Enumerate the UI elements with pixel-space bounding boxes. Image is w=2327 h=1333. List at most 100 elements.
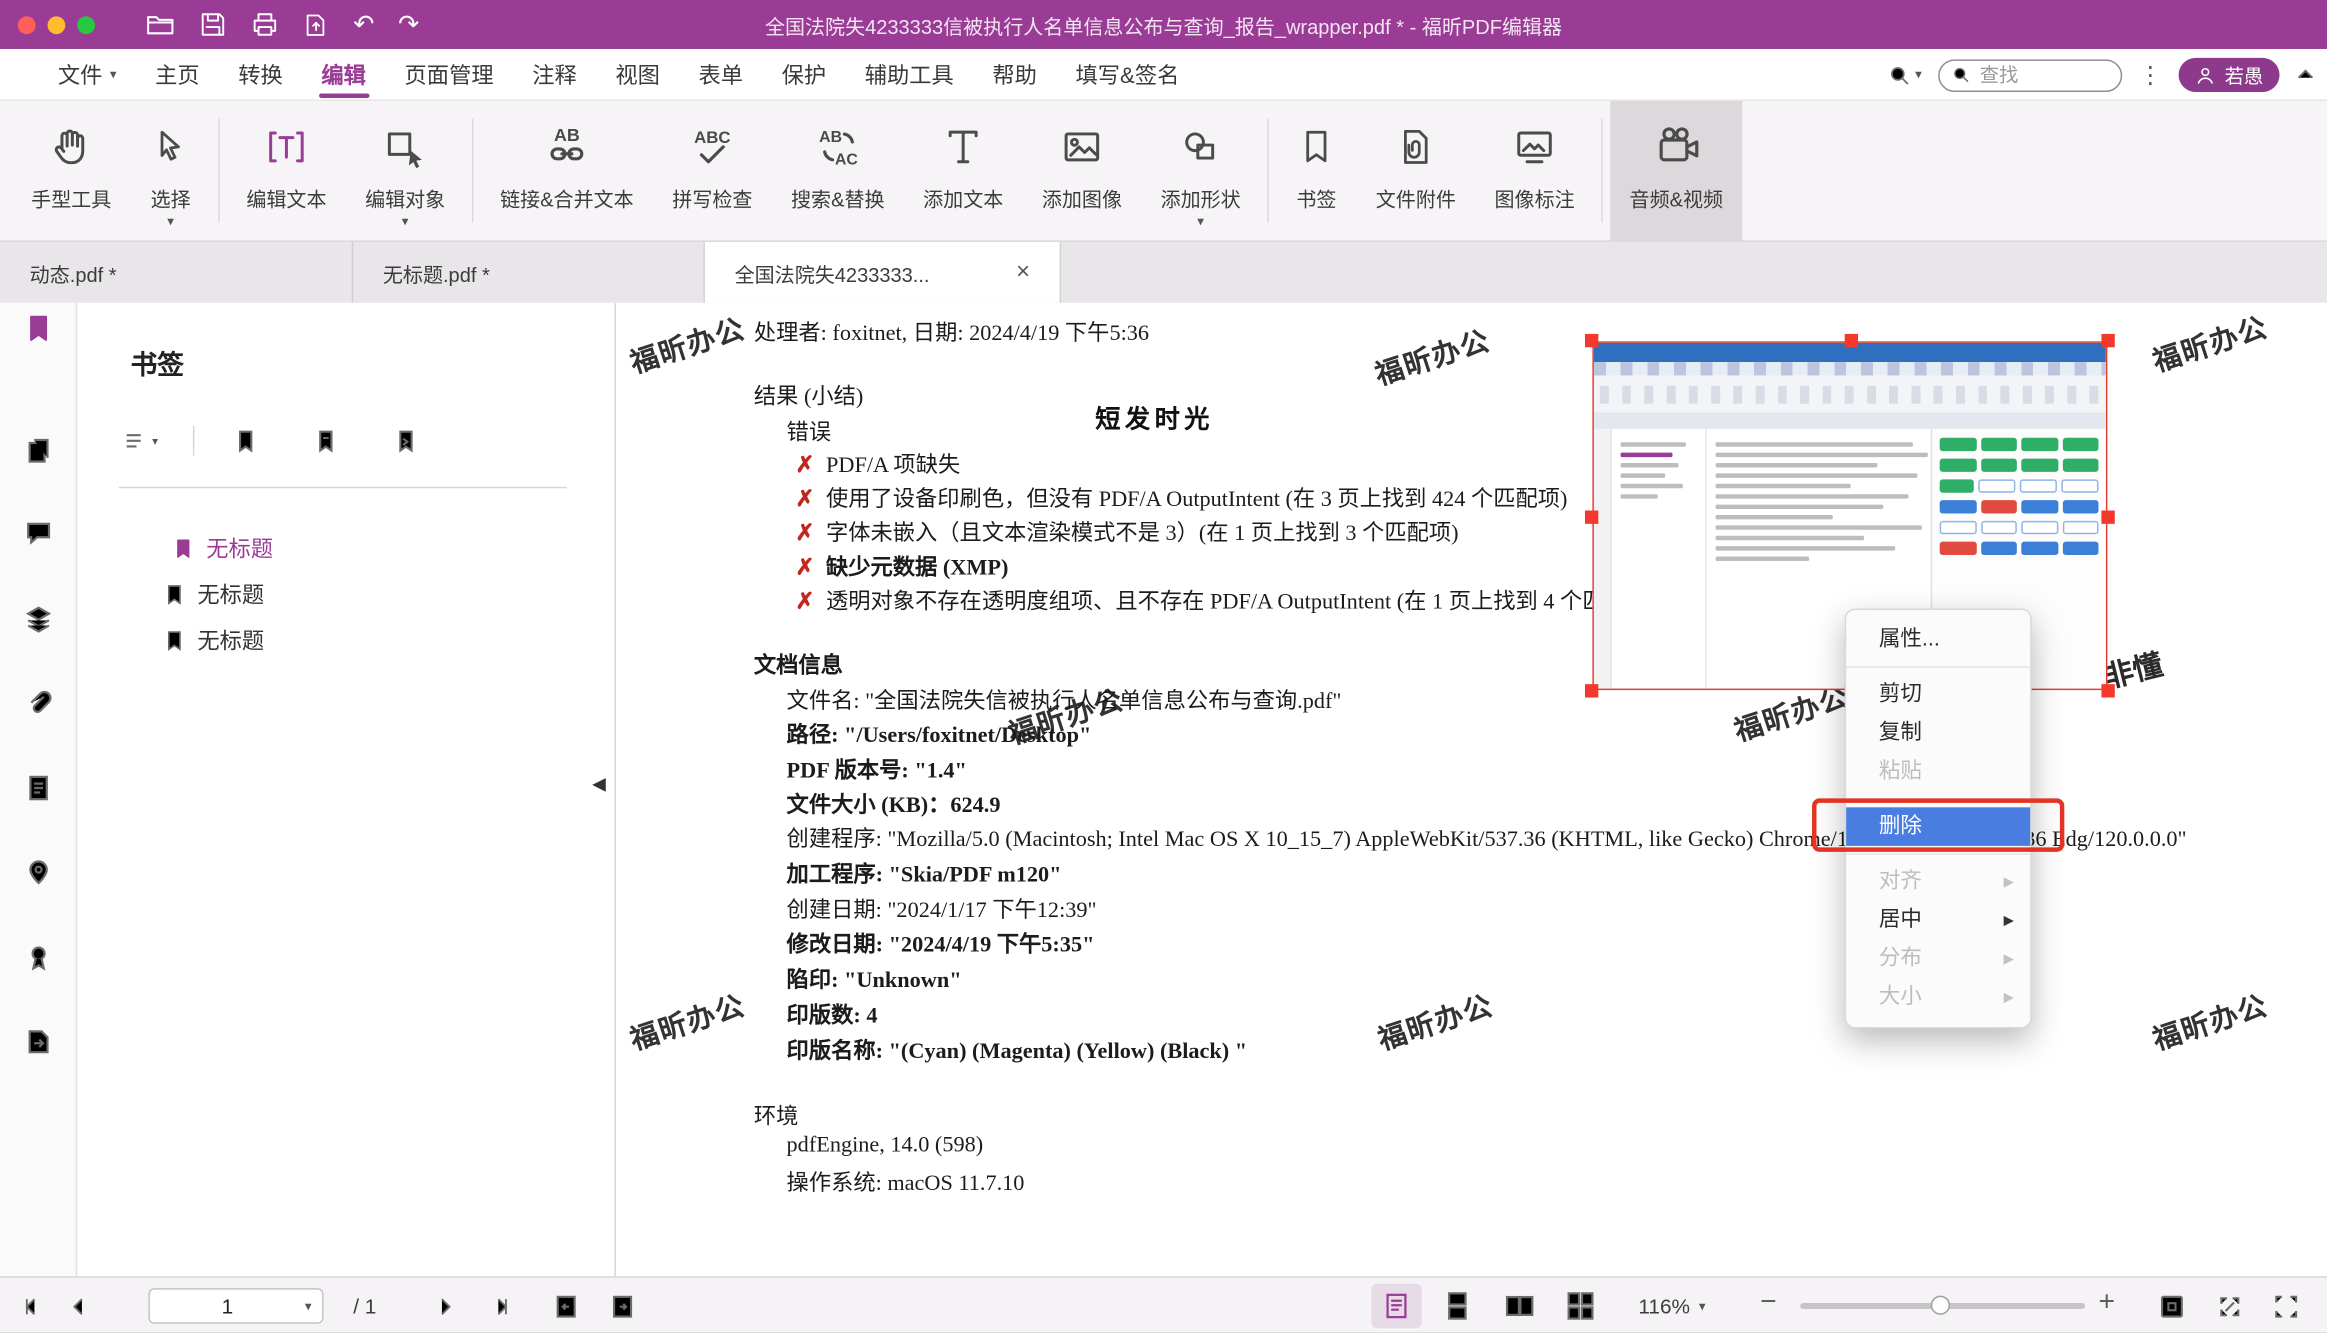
edit-text-icon xyxy=(264,119,309,175)
menu-view[interactable]: 视图 xyxy=(596,48,679,100)
resize-handle[interactable] xyxy=(2101,510,2114,523)
collapse-ribbon-icon[interactable] xyxy=(2296,65,2315,84)
search-input[interactable] xyxy=(1980,64,2105,86)
attachments-panel-button[interactable] xyxy=(21,686,57,722)
context-align: 对齐▶ xyxy=(1846,862,2030,901)
zoom-out-button[interactable]: − xyxy=(1760,1287,1776,1320)
fields-panel-button[interactable] xyxy=(21,1024,57,1060)
tool-edit-text[interactable]: 编辑文本 xyxy=(227,101,346,241)
tool-edit-object[interactable]: 编辑对象 ▾ xyxy=(346,101,465,241)
first-page-button[interactable] xyxy=(12,1288,51,1324)
open-file-icon[interactable] xyxy=(145,10,175,40)
resize-handle[interactable] xyxy=(2101,334,2114,347)
resize-handle[interactable] xyxy=(1585,510,1598,523)
page-number-input[interactable] xyxy=(150,1294,305,1318)
menu-protect[interactable]: 保护 xyxy=(762,48,845,100)
bookmark-options-button[interactable]: ▾ xyxy=(116,428,166,453)
minimize-window-button[interactable] xyxy=(47,16,65,34)
bookmarks-panel-button[interactable] xyxy=(21,310,57,346)
resize-handle[interactable] xyxy=(2101,684,2114,697)
tool-add-image[interactable]: 添加图像 xyxy=(1023,101,1142,241)
next-view-button[interactable] xyxy=(603,1288,642,1324)
search-options-icon[interactable]: ▾ xyxy=(1888,63,1921,87)
previous-view-button[interactable] xyxy=(546,1288,585,1324)
tool-search-replace[interactable]: ABAC 搜索&替换 xyxy=(772,101,904,241)
menu-help[interactable]: 帮助 xyxy=(973,48,1056,100)
next-page-button[interactable] xyxy=(424,1288,463,1324)
layers-panel-button[interactable] xyxy=(21,601,57,637)
document-page[interactable]: 福昕办公 福昕办公 福昕办公 福昕办公 福昕办公 福昕办公 福昕办公 福昕办公 … xyxy=(616,303,2327,1277)
articles-panel-button[interactable] xyxy=(21,770,57,806)
menu-page-organize[interactable]: 页面管理 xyxy=(385,48,513,100)
context-cut[interactable]: 剪切 xyxy=(1846,675,2030,714)
last-page-button[interactable] xyxy=(481,1288,520,1324)
context-delete[interactable]: 删除 xyxy=(1846,807,2030,846)
fullscreen-button[interactable] xyxy=(2266,1288,2305,1324)
tool-image-annotation[interactable]: 图像标注 xyxy=(1475,101,1594,241)
tab-untitled[interactable]: 无标题.pdf * xyxy=(353,242,705,303)
goto-bookmark-button[interactable] xyxy=(381,428,431,453)
print-icon[interactable] xyxy=(251,10,279,38)
resize-handle[interactable] xyxy=(1585,684,1598,697)
close-window-button[interactable] xyxy=(18,16,36,34)
user-account-button[interactable]: 若愚 xyxy=(2179,58,2280,92)
tool-label: 文件附件 xyxy=(1376,183,1456,213)
continuous-view-button[interactable] xyxy=(1432,1284,1482,1329)
context-properties[interactable]: 属性... xyxy=(1846,620,2030,659)
tool-add-text[interactable]: 添加文本 xyxy=(904,101,1023,241)
pages-panel-button[interactable] xyxy=(21,433,57,469)
context-center[interactable]: 居中▶ xyxy=(1846,901,2030,940)
tool-spell-check[interactable]: ABC 拼写检查 xyxy=(653,101,772,241)
bookmark-item[interactable]: 无标题 xyxy=(163,579,264,610)
zoom-level-button[interactable]: 116% ▾ xyxy=(1638,1294,1705,1318)
tool-audio-video[interactable]: 音频&视频 xyxy=(1610,101,1742,241)
bookmark-item[interactable]: 无标题 xyxy=(172,533,273,564)
collapse-panel-icon[interactable]: ◀ xyxy=(592,773,606,794)
menu-edit[interactable]: 编辑 xyxy=(302,48,385,100)
more-options-icon[interactable]: ⋮ xyxy=(2139,60,2163,90)
tool-add-shape[interactable]: 添加形状 ▾ xyxy=(1141,101,1260,241)
tool-select[interactable]: 选择 ▾ xyxy=(131,101,211,241)
facing-view-button[interactable] xyxy=(1494,1284,1544,1329)
destinations-panel-button[interactable] xyxy=(21,853,57,889)
page-number-box[interactable]: ▾ xyxy=(148,1288,323,1324)
menu-comment[interactable]: 注释 xyxy=(513,48,596,100)
add-bookmark-button[interactable] xyxy=(221,428,271,453)
search-box[interactable] xyxy=(1938,59,2122,92)
previous-page-button[interactable] xyxy=(59,1288,98,1324)
tool-link-join-text[interactable]: AB 链接&合并文本 xyxy=(481,101,653,241)
menu-accessibility[interactable]: 辅助工具 xyxy=(845,48,973,100)
signatures-panel-button[interactable] xyxy=(21,939,57,975)
continuous-facing-view-button[interactable] xyxy=(1555,1284,1605,1329)
bookmark-item[interactable]: 无标题 xyxy=(163,625,264,656)
single-page-view-button[interactable] xyxy=(1371,1284,1421,1329)
context-copy[interactable]: 复制 xyxy=(1846,714,2030,753)
doc-line: 环境 xyxy=(754,1100,799,1131)
close-tab-icon[interactable]: × xyxy=(1016,259,1030,286)
zoom-in-button[interactable]: + xyxy=(2098,1287,2114,1320)
redo-icon[interactable]: ↷ xyxy=(398,12,419,37)
resize-handle[interactable] xyxy=(1844,334,1857,347)
delete-bookmark-button[interactable] xyxy=(301,428,351,453)
menu-fill-sign[interactable]: 填写&签名 xyxy=(1056,48,1198,100)
tool-hand[interactable]: 手型工具 xyxy=(12,101,131,241)
comments-panel-button[interactable] xyxy=(21,515,57,551)
tool-file-attachment[interactable]: 文件附件 xyxy=(1356,101,1475,241)
zoom-slider-thumb[interactable] xyxy=(1931,1296,1950,1315)
tab-dongtai[interactable]: 动态.pdf * xyxy=(0,242,353,303)
fit-screen-button[interactable] xyxy=(2210,1288,2249,1324)
menu-convert[interactable]: 转换 xyxy=(219,48,302,100)
bookmark-panel-title: 书签 xyxy=(131,344,184,383)
tab-active-document[interactable]: 全国法院失4233333... × xyxy=(705,242,1061,303)
zoom-slider[interactable] xyxy=(1800,1303,2085,1309)
tool-bookmark[interactable]: 书签 xyxy=(1276,101,1356,241)
zoom-window-button[interactable] xyxy=(77,16,95,34)
resize-handle[interactable] xyxy=(1585,334,1598,347)
export-icon[interactable] xyxy=(303,11,330,38)
save-icon[interactable] xyxy=(199,10,227,38)
menu-file[interactable]: 文件▾ xyxy=(39,48,136,100)
undo-icon[interactable]: ↶ xyxy=(353,12,374,37)
menu-home[interactable]: 主页 xyxy=(136,48,219,100)
fit-page-button[interactable] xyxy=(2152,1288,2191,1324)
menu-form[interactable]: 表单 xyxy=(679,48,762,100)
